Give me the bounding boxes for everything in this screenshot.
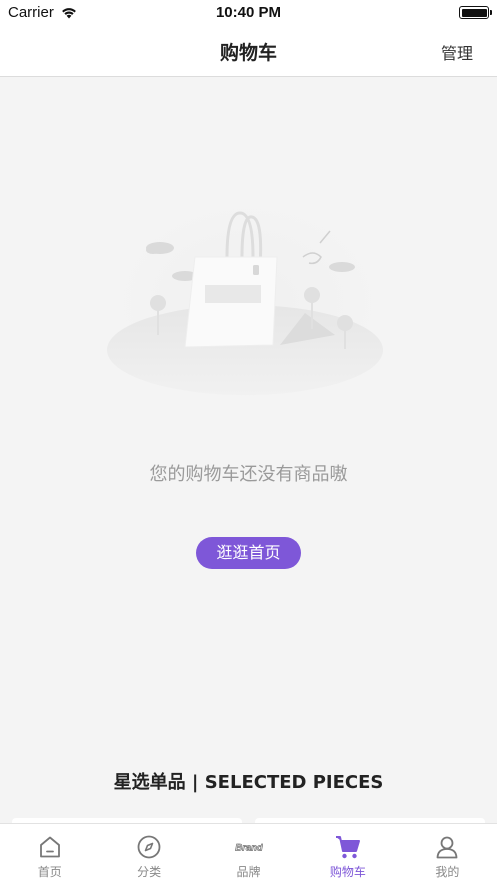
tab-label: 我的 — [435, 865, 460, 879]
section-title: 星选单品 | SELECTED PIECES — [113, 772, 384, 793]
compass-icon — [135, 834, 163, 860]
tab-label: 品牌 — [236, 865, 261, 879]
tab-home[interactable]: 首页 — [0, 824, 99, 883]
browse-home-button[interactable]: 逛逛首页 — [196, 537, 301, 569]
cart-icon — [334, 834, 362, 860]
home-icon — [36, 834, 64, 860]
page-title: 购物车 — [219, 42, 277, 64]
brand-icon: Brand — [235, 834, 263, 860]
empty-cart-message: 您的购物车还没有商品嗷 — [149, 464, 348, 485]
manage-button[interactable]: 管理 — [441, 40, 473, 64]
profile-icon — [433, 834, 461, 860]
tab-cart[interactable]: 购物车 — [298, 824, 397, 883]
battery-icon — [459, 6, 492, 19]
nav-bar: 购物车 管理 — [0, 26, 497, 77]
brand-icon-text: Brand — [235, 842, 263, 853]
tab-bar: 首页 分类 Brand 品牌 购物车 我的 — [0, 823, 497, 883]
empty-cart-illustration — [105, 195, 390, 410]
tab-label: 购物车 — [329, 865, 366, 879]
tab-label: 首页 — [37, 865, 62, 879]
status-bar: Carrier 10:40 PM — [0, 0, 497, 26]
tab-brand[interactable]: Brand 品牌 — [199, 824, 298, 883]
status-time: 10:40 PM — [215, 4, 282, 21]
tab-label: 分类 — [137, 865, 162, 879]
tab-category[interactable]: 分类 — [99, 824, 198, 883]
tab-profile[interactable]: 我的 — [398, 824, 497, 883]
